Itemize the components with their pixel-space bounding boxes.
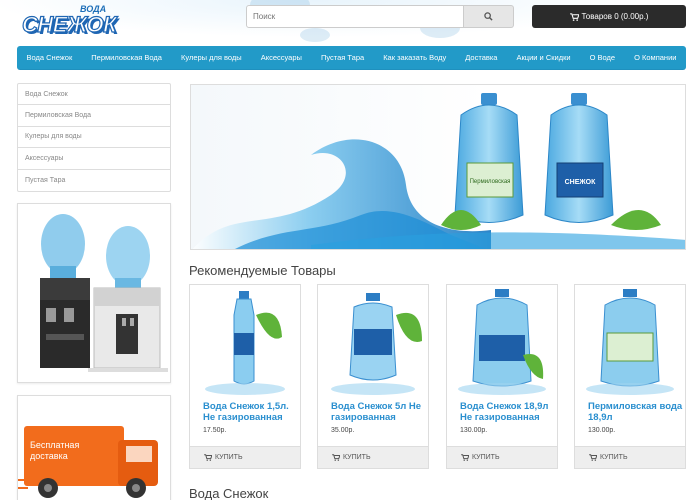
cart-icon bbox=[204, 454, 212, 461]
nav-item-about-water[interactable]: О Воде bbox=[588, 53, 617, 62]
product-card[interactable]: Пермиловская вода 18,9л 130.00р. КУПИТЬ bbox=[574, 284, 686, 469]
nav-item-how-to-order[interactable]: Как заказать Воду bbox=[381, 53, 448, 62]
bottle-label-2: СНЕЖОК bbox=[565, 179, 596, 186]
coolers-promo-image[interactable] bbox=[17, 203, 171, 383]
buy-button[interactable]: КУПИТЬ bbox=[318, 446, 428, 468]
nav-item-coolers[interactable]: Кулеры для воды bbox=[179, 53, 244, 62]
free-delivery-text: Бесплатная доставка bbox=[30, 440, 79, 462]
promo-line-1: Бесплатная bbox=[30, 440, 80, 450]
nav-item-promotions[interactable]: Акции и Скидки bbox=[515, 53, 573, 62]
sidebar-item-accessories[interactable]: Аксессуары bbox=[18, 148, 170, 170]
product-image[interactable] bbox=[190, 285, 300, 397]
buy-button[interactable]: КУПИТЬ bbox=[447, 446, 557, 468]
sidebar-item-coolers[interactable]: Кулеры для воды bbox=[18, 127, 170, 149]
buy-label: КУПИТЬ bbox=[600, 454, 628, 461]
logo-title: СНЕЖОК bbox=[21, 11, 117, 37]
product-card[interactable]: Вода Снежок 5л Не газированная 35.00р. К… bbox=[317, 284, 429, 469]
bottle-18-9l-image bbox=[458, 289, 546, 395]
search-icon bbox=[484, 12, 493, 21]
nav-item-voda-snezhok[interactable]: Вода Снежок bbox=[25, 53, 75, 62]
buy-label: КУПИТЬ bbox=[472, 454, 500, 461]
product-image[interactable] bbox=[575, 285, 685, 397]
promo-line-2: доставка bbox=[30, 451, 68, 461]
product-image[interactable] bbox=[447, 285, 557, 397]
cart-icon bbox=[461, 454, 469, 461]
water-splash-decoration bbox=[300, 28, 330, 42]
search-input[interactable] bbox=[246, 5, 464, 28]
logo[interactable]: ВОДА СНЕЖОК bbox=[21, 4, 134, 40]
product-price: 35.00р. bbox=[331, 427, 355, 434]
product-name[interactable]: Вода Снежок 18,9л Не газированная bbox=[460, 401, 556, 423]
product-name[interactable]: Вода Снежок 5л Не газированная bbox=[331, 401, 427, 423]
sidebar-item-permilovskaya[interactable]: Пермиловская Вода bbox=[18, 105, 170, 127]
header: ВОДА СНЕЖОК Товаров 0 (0.00р.) bbox=[0, 0, 700, 44]
bottle-permilovskaya-image bbox=[586, 289, 674, 395]
product-card[interactable]: Вода Снежок 18,9л Не газированная 130.00… bbox=[446, 284, 558, 469]
bottle-label-1: Пермиловская bbox=[470, 179, 511, 185]
water-cooler-image bbox=[40, 214, 168, 372]
product-price: 130.00р. bbox=[588, 427, 616, 434]
cart-label: Товаров 0 (0.00р.) bbox=[581, 12, 649, 21]
product-image[interactable] bbox=[318, 285, 428, 397]
buy-label: КУПИТЬ bbox=[215, 454, 243, 461]
product-price: 17.50р. bbox=[203, 427, 227, 434]
free-delivery-promo[interactable]: Бесплатная доставка bbox=[17, 395, 171, 500]
nav-item-delivery[interactable]: Доставка bbox=[463, 53, 499, 62]
bottle-5l-image bbox=[331, 293, 422, 395]
sidebar-category-list: Вода Снежок Пермиловская Вода Кулеры для… bbox=[17, 83, 171, 192]
sidebar-item-voda-snezhok[interactable]: Вода Снежок bbox=[18, 84, 170, 106]
sidebar-item-empty-containers[interactable]: Пустая Тара bbox=[18, 170, 170, 191]
search-bar bbox=[246, 5, 514, 28]
buy-button[interactable]: КУПИТЬ bbox=[190, 446, 300, 468]
section-title-voda-snezhok: Вода Снежок bbox=[189, 486, 269, 500]
search-button[interactable] bbox=[464, 5, 514, 28]
main-nav: Вода Снежок Пермиловская Вода Кулеры для… bbox=[17, 46, 686, 70]
nav-item-empty-containers[interactable]: Пустая Тара bbox=[319, 53, 366, 62]
nav-item-accessories[interactable]: Аксессуары bbox=[259, 53, 304, 62]
featured-products-title: Рекомендуемые Товары bbox=[189, 263, 336, 278]
product-name[interactable]: Вода Снежок 1,5л. Не газированная bbox=[203, 401, 299, 423]
buy-label: КУПИТЬ bbox=[343, 454, 371, 461]
cart-icon bbox=[589, 454, 597, 461]
cart-button[interactable]: Товаров 0 (0.00р.) bbox=[532, 5, 686, 28]
nav-item-permilovskaya[interactable]: Пермиловская Вода bbox=[89, 53, 164, 62]
banner-water-wave-image: Пермиловская СНЕЖОК bbox=[192, 93, 685, 249]
product-card[interactable]: Вода Снежок 1,5л. Не газированная 17.50р… bbox=[189, 284, 301, 469]
buy-button[interactable]: КУПИТЬ bbox=[575, 446, 685, 468]
nav-item-about-company[interactable]: О Компании bbox=[632, 53, 678, 62]
hero-banner[interactable]: Пермиловская СНЕЖОК bbox=[190, 84, 686, 250]
cart-icon bbox=[569, 12, 579, 21]
bottle-1-5l-image bbox=[205, 291, 285, 395]
product-name[interactable]: Пермиловская вода 18,9л bbox=[588, 401, 684, 423]
product-price: 130.00р. bbox=[460, 427, 488, 434]
cart-icon bbox=[332, 454, 340, 461]
